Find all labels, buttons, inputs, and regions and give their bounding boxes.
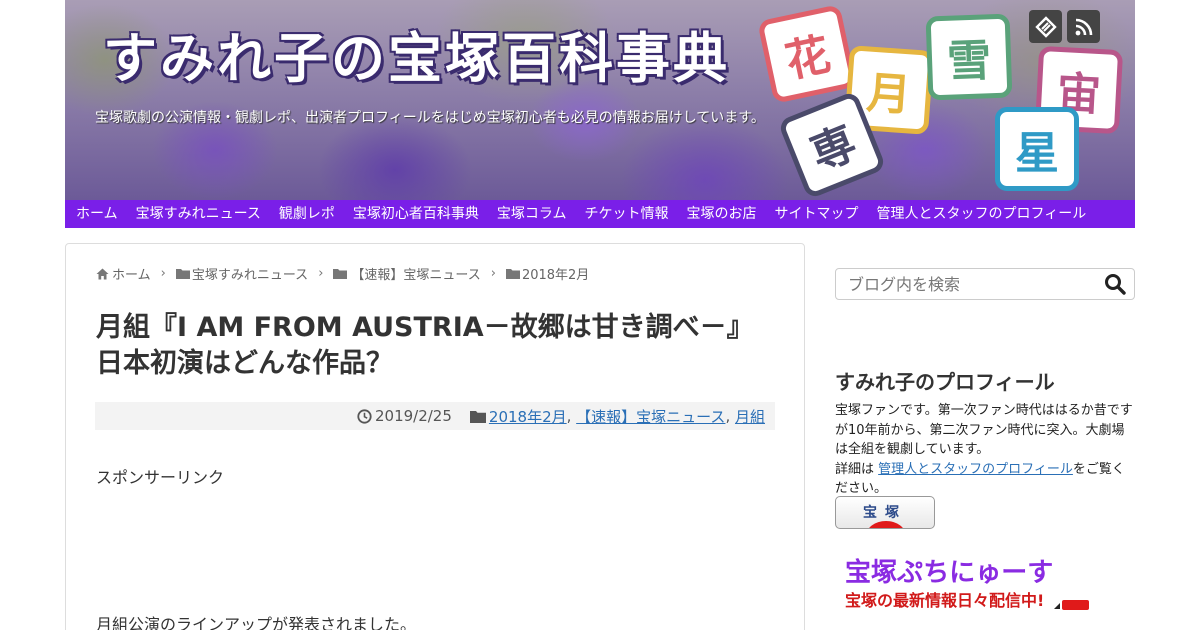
breadcrumb-home-label: ホーム	[112, 268, 151, 283]
main-content: ホーム › 宝塚すみれニュース › 【速報】宝塚ニュース › 2018年2月 月…	[65, 243, 805, 630]
breadcrumb: ホーム › 宝塚すみれニュース › 【速報】宝塚ニュース › 2018年2月	[96, 264, 589, 283]
breadcrumb-label: 【速報】宝塚ニュース	[351, 268, 481, 283]
profile-detail-prefix: 詳細は	[835, 461, 875, 477]
sponsored-link-label: スポンサーリンク	[96, 468, 225, 487]
profile-widget-title: すみれ子のプロフィール	[835, 370, 1055, 394]
search-icon	[1105, 274, 1126, 295]
rss-button[interactable]	[1067, 10, 1100, 43]
red-flag-graphic	[1062, 600, 1089, 610]
nav-item-sitemap[interactable]: サイトマップ	[766, 200, 868, 228]
breadcrumb-flash-news[interactable]: 【速報】宝塚ニュース	[333, 264, 481, 283]
site-title[interactable]: すみれ子の宝塚百科事典	[103, 14, 730, 93]
breadcrumb-month[interactable]: 2018年2月	[505, 264, 590, 283]
breadcrumb-home[interactable]: ホーム	[96, 264, 151, 283]
home-icon	[96, 268, 109, 279]
category-link-moon-troupe[interactable]: 月組	[735, 406, 765, 427]
red-sun-graphic	[866, 521, 906, 528]
post-categories: 2018年2月, 【速報】宝塚ニュース, 月組	[469, 406, 765, 427]
profile-description: 宝塚ファンです。第一次ファン時代ははるか昔ですが10年前から、第二次ファン時代に…	[835, 403, 1133, 457]
breadcrumb-label: 2018年2月	[521, 268, 590, 283]
nav-item-beginner-encyclopedia[interactable]: 宝塚初心者百科事典	[344, 200, 488, 228]
folder-icon	[175, 269, 190, 279]
chevron-right-icon: ›	[318, 266, 324, 281]
site-header: すみれ子の宝塚百科事典 宝塚歌劇の公演情報・観劇レポ、出演者プロフィールをはじめ…	[65, 0, 1135, 200]
chevron-right-icon: ›	[490, 266, 496, 281]
petit-news-title[interactable]: 宝塚ぷちにゅーす	[845, 552, 1053, 589]
category-link-month[interactable]: 2018年2月	[489, 406, 567, 427]
search-input[interactable]	[836, 269, 1096, 299]
nav-item-report[interactable]: 観劇レポ	[270, 200, 344, 228]
folder-icon	[469, 410, 486, 423]
article-body-paragraph: 月組公演のラインアップが発表されました。	[96, 615, 417, 630]
post-date: 2019/2/25	[357, 407, 452, 425]
nav-item-staff-profile[interactable]: 管理人とスタッフのプロフィール	[868, 200, 1096, 228]
breadcrumb-label: 宝塚すみれニュース	[191, 268, 309, 283]
breadcrumb-sumire-news[interactable]: 宝塚すみれニュース	[175, 264, 309, 283]
nav-item-ticket[interactable]: チケット情報	[576, 200, 678, 228]
post-date-text: 2019/2/25	[374, 407, 452, 425]
flower-troupe-stamp: 花	[757, 4, 857, 104]
search-button[interactable]	[1104, 273, 1128, 297]
nav-item-column[interactable]: 宝塚コラム	[488, 200, 576, 228]
category-link-flash-news[interactable]: 【速報】宝塚ニュース	[576, 406, 725, 427]
article-meta: 2019/2/25 2018年2月, 【速報】宝塚ニュース, 月組	[95, 402, 775, 430]
global-navigation: ホーム 宝塚すみれニュース 観劇レポ 宝塚初心者百科事典 宝塚コラム チケット情…	[65, 200, 1135, 228]
nav-item-sumire-news[interactable]: 宝塚すみれニュース	[127, 200, 270, 228]
folder-icon	[333, 269, 348, 279]
profile-text: 宝塚ファンです。第一次ファン時代ははるか昔ですが10年前から、第二次ファン時代に…	[835, 401, 1137, 499]
feedly-button[interactable]	[1029, 10, 1062, 43]
folder-icon	[505, 269, 520, 279]
site-description: 宝塚歌劇の公演情報・観劇レポ、出演者プロフィールをはじめ宝塚初心者も必見の情報お…	[95, 110, 765, 126]
article-title: 月組『I AM FROM AUSTRIA－故郷は甘き調べ－』日本初演はどんな作品…	[96, 312, 754, 379]
nav-item-shops[interactable]: 宝塚のお店	[678, 200, 766, 228]
rss-icon	[1075, 18, 1092, 35]
petit-news-subtitle: 宝塚の最新情報日々配信中!	[845, 591, 1045, 610]
speaker-graphic	[1054, 603, 1060, 609]
nav-item-home[interactable]: ホーム	[67, 200, 127, 228]
feedly-icon	[1034, 15, 1057, 38]
chevron-right-icon: ›	[160, 266, 166, 281]
snow-troupe-stamp: 雪	[925, 13, 1013, 101]
search-form	[835, 268, 1135, 300]
clock-icon	[357, 408, 372, 424]
staff-profile-link[interactable]: 管理人とスタッフのプロフィール	[878, 462, 1073, 477]
takarazuka-banner-label: 宝塚	[863, 505, 907, 521]
takarazuka-banner[interactable]: 宝塚	[835, 496, 935, 529]
star-troupe-stamp: 星	[995, 107, 1079, 191]
